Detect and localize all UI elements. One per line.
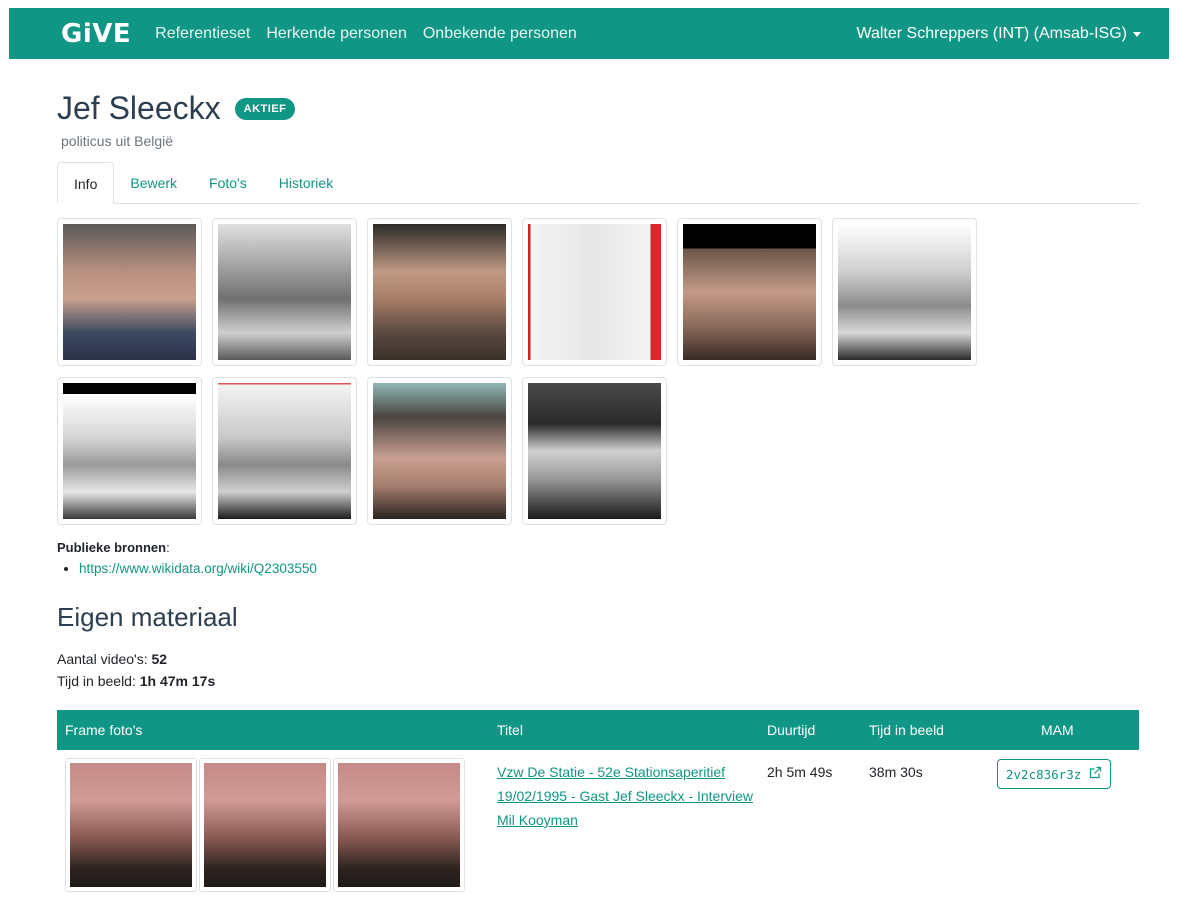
sources-list: https://www.wikidata.org/wiki/Q2303550 [57,561,317,576]
video-count-value: 52 [151,651,168,667]
sources-colon: : [166,540,170,555]
section-title: Eigen materiaal [57,602,238,632]
person-description: politicus uit België [61,133,174,149]
frame-photo [338,763,460,887]
portrait-photo [528,224,661,360]
mam-button[interactable]: 2v2c836r3z [997,759,1112,789]
external-link-icon [1089,766,1102,782]
user-menu[interactable]: Walter Schreppers (INT) (Amsab-ISG) [856,25,1141,43]
photo-thumbnail[interactable] [522,377,667,525]
sources-label: Publieke bronnen [57,540,167,555]
portrait-photo [63,224,196,360]
portrait-photo [218,224,351,360]
photo-thumbnail[interactable] [677,218,822,366]
photo-thumbnail[interactable] [832,218,977,366]
video-screen-time: 38m 30s [869,764,923,780]
material-stats: Aantal video's: 52 Tijd in beeld: 1h 47m… [57,648,215,692]
header-titel: Titel [497,722,523,738]
video-duration: 2h 5m 49s [767,764,833,780]
screen-time-label: Tijd in beeld: [57,673,136,689]
photo-thumbnail[interactable] [522,218,667,366]
top-navbar: GiVE Referentieset Herkende personen Onb… [9,8,1169,59]
header-mam: MAM [1041,722,1074,738]
video-table: Frame foto's Titel Duurtijd Tijd in beel… [57,710,1139,900]
portrait-photo [528,383,661,519]
tab-historiek[interactable]: Historiek [263,162,349,203]
brand-logo[interactable]: GiVE [61,19,131,49]
table-header: Frame foto's Titel Duurtijd Tijd in beel… [57,710,1139,750]
frame-photo [204,763,326,887]
mam-id: 2v2c836r3z [1006,766,1082,782]
portrait-photo [218,383,351,519]
photo-thumbnail[interactable] [212,377,357,525]
photo-thumbnail[interactable] [367,377,512,525]
photo-thumbnail[interactable] [57,218,202,366]
portrait-photo [373,224,506,360]
frame-photos [65,758,467,892]
person-name: Jef Sleeckx [57,90,221,126]
screen-time-total: Tijd in beeld: 1h 47m 17s [57,670,215,692]
tab-info[interactable]: Info [57,162,115,204]
user-name: Walter Schreppers (INT) (Amsab-ISG) [856,24,1127,42]
table-row: Vzw De Statie - 52e Stationsaperitief 19… [57,750,1139,900]
photo-thumbnail[interactable] [367,218,512,366]
frame-thumbnail[interactable] [333,758,465,892]
header-frame-fotos: Frame foto's [65,722,143,738]
source-item: https://www.wikidata.org/wiki/Q2303550 [79,561,317,576]
photo-thumbnail[interactable] [212,218,357,366]
portrait-photo [373,383,506,519]
person-header: Jef Sleeckx AKTIEF [57,90,1139,127]
screen-time-value: 1h 47m 17s [139,673,216,689]
status-badge: AKTIEF [234,97,296,120]
header-tijd-in-beeld: Tijd in beeld [869,722,944,738]
nav-link-referentieset[interactable]: Referentieset [155,25,250,43]
main-content: Jef Sleeckx AKTIEF politicus uit België … [57,90,1139,892]
video-count-label: Aantal video's: [57,651,148,667]
tab-bar: Info Bewerk Foto's Historiek [57,162,1139,204]
frame-thumbnail[interactable] [65,758,197,892]
portrait-photo [63,383,196,519]
frame-thumbnail[interactable] [199,758,331,892]
tab-bewerk[interactable]: Bewerk [114,162,193,203]
portrait-photo [838,224,971,360]
nav-link-herkende-personen[interactable]: Herkende personen [266,25,407,43]
tab-fotos[interactable]: Foto's [193,162,263,203]
video-count: Aantal video's: 52 [57,648,215,670]
wikidata-link[interactable]: https://www.wikidata.org/wiki/Q2303550 [79,561,317,576]
nav-link-onbekende-personen[interactable]: Onbekende personen [423,25,577,43]
public-sources: Publieke bronnen: https://www.wikidata.o… [57,540,317,576]
portrait-photo [683,224,816,360]
video-title-link[interactable]: Vzw De Statie - 52e Stationsaperitief 19… [497,760,757,832]
photo-thumbnail[interactable] [57,377,202,525]
header-duurtijd: Duurtijd [767,722,816,738]
frame-photo [70,763,192,887]
caret-down-icon [1133,32,1141,37]
